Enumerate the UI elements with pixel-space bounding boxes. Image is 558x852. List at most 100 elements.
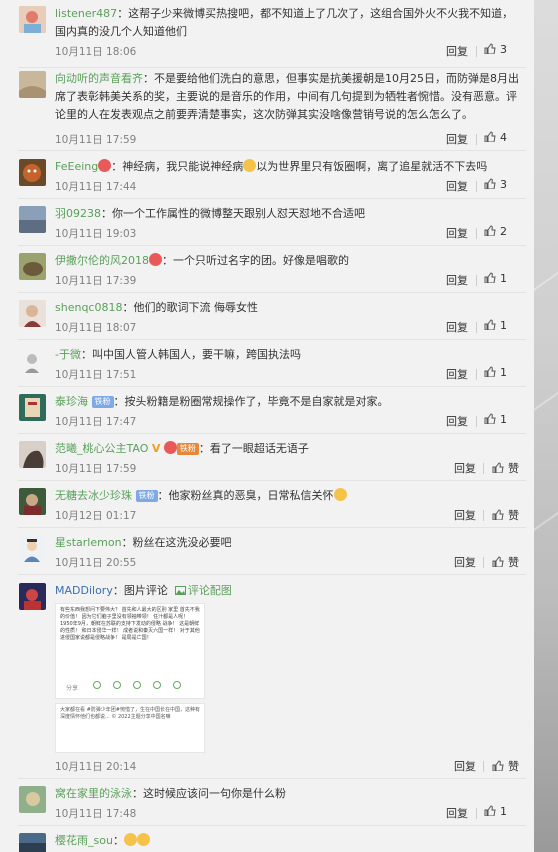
comment-image[interactable]: 大家都在看 #防弹少年团#惋惜了，生在中国长在中国，这种有深度情怀他们也都说..…	[55, 703, 205, 753]
avatar[interactable]	[19, 786, 46, 813]
like-button[interactable]: 3	[484, 43, 522, 56]
avatar[interactable]	[19, 300, 46, 327]
username-link[interactable]: 无糖去冰少珍珠	[55, 489, 132, 502]
thumbs-up-icon	[484, 225, 496, 236]
reply-button[interactable]: 回复	[454, 460, 476, 476]
comment-item: 羽09238：你一个工作属性的微博整天跟别人怼天怼地不合适吧 10月11日 19…	[0, 206, 534, 246]
username-link[interactable]: 樱花雨_sou	[55, 834, 113, 847]
avatar[interactable]	[19, 535, 46, 562]
reply-button[interactable]: 回复	[446, 805, 468, 821]
username-link[interactable]: 羽09238	[55, 207, 101, 220]
comment-time: 10月11日 17:44	[55, 181, 137, 193]
reply-button[interactable]: 回复	[446, 272, 468, 288]
like-button[interactable]: 2	[484, 225, 522, 238]
username-link[interactable]: 伊撒尔伦的风2018	[55, 254, 149, 267]
username-link[interactable]: -于微	[55, 348, 81, 361]
username-link[interactable]: 星starlemon	[55, 536, 122, 549]
avatar[interactable]	[19, 159, 46, 186]
like-button[interactable]: 4	[484, 131, 522, 144]
thumbs-up-icon	[484, 805, 496, 816]
avatar[interactable]	[19, 441, 46, 468]
image-share-label: 分享	[66, 685, 79, 692]
divider	[476, 275, 477, 286]
like-button[interactable]: 3	[484, 178, 522, 191]
divider	[18, 150, 526, 151]
divider	[476, 369, 477, 380]
comment-item: 范曦_桃心公主TAO V 铁粉 ：看了一眼超话无语子 10月11日 17:59 回…	[0, 441, 534, 481]
reply-button[interactable]: 回复	[446, 225, 468, 241]
avatar[interactable]	[19, 583, 46, 610]
comment-image[interactable]: 有些东西我想问下要伟大？ 首先和人最大的区别 家里 首先不我的价值！ 因为它们脑…	[55, 603, 205, 699]
divider	[18, 67, 526, 68]
like-button[interactable]: 1	[484, 366, 522, 379]
comment-text: ：看了一眼超话无语子	[198, 442, 309, 455]
comment-time: 10月11日 18:06	[55, 46, 137, 58]
like-count: 1	[500, 272, 507, 285]
username-link[interactable]: 泰珍海	[55, 395, 88, 408]
like-button[interactable]: 1	[484, 413, 522, 426]
badge-icon	[98, 159, 112, 172]
reply-button[interactable]: 回复	[446, 319, 468, 335]
avatar[interactable]	[19, 347, 46, 374]
reply-button[interactable]: 回复	[446, 366, 468, 382]
badge-icon	[149, 253, 162, 266]
grin-emoji-icon	[123, 833, 137, 846]
divider	[18, 480, 526, 481]
fan-badge: 铁粉	[176, 443, 199, 455]
comment-text: ：	[112, 834, 124, 847]
avatar[interactable]	[19, 71, 46, 98]
reply-button[interactable]: 回复	[454, 507, 476, 523]
like-count: 1	[500, 413, 507, 426]
image-share-icons	[92, 680, 192, 693]
badge-icon	[163, 441, 177, 454]
like-button[interactable]: 赞	[492, 758, 522, 774]
reply-button[interactable]: 回复	[446, 131, 468, 147]
comment-text: ：这帮子少来微博买热搜吧，都不知道上了几次了，这组合国外火不火我不知道，国内真的…	[55, 7, 514, 38]
avatar[interactable]	[19, 253, 46, 280]
like-count: 1	[500, 319, 507, 332]
comment-item: 泰珍海 铁粉 ：按头粉籍是粉圈常规操作了，毕竟不是自家就是对家。 10月11日 1…	[0, 394, 534, 434]
comment-item: 窝在家里的泳泳：这时候应该问一句你是什么粉 10月11日 17:48 回复 1	[0, 786, 534, 826]
divider	[18, 386, 526, 387]
like-button[interactable]: 1	[484, 805, 522, 818]
avatar[interactable]	[19, 206, 46, 233]
reply-button[interactable]: 回复	[446, 413, 468, 429]
reply-button[interactable]: 回复	[446, 178, 468, 194]
divider	[18, 433, 526, 434]
like-button[interactable]: 赞	[492, 460, 522, 476]
divider	[483, 510, 484, 521]
like-button[interactable]: 赞	[492, 507, 522, 523]
avatar[interactable]	[19, 488, 46, 515]
comment-time: 10月11日 19:03	[55, 228, 137, 240]
like-button[interactable]: 赞	[492, 554, 522, 570]
avatar[interactable]	[19, 6, 46, 33]
view-picture-link[interactable]: 评论配图	[174, 584, 232, 597]
divider	[476, 181, 477, 192]
thumbs-up-icon	[492, 556, 504, 567]
username-link[interactable]: MADDilory	[55, 584, 113, 597]
divider	[18, 825, 526, 826]
like-button[interactable]: 1	[484, 272, 522, 285]
reply-button[interactable]: 回复	[454, 758, 476, 774]
avatar[interactable]	[19, 833, 46, 852]
reply-button[interactable]: 回复	[454, 554, 476, 570]
username-link[interactable]: shenqc0818	[55, 301, 122, 314]
username-link[interactable]: FeEeing	[55, 160, 98, 173]
comment-time: 10月11日 17:51	[55, 369, 137, 381]
comment-time: 10月11日 18:07	[55, 322, 137, 334]
username-link[interactable]: 范曦_桃心公主TAO	[55, 442, 148, 455]
image-icon	[174, 586, 186, 595]
grin-emoji-icon	[136, 833, 150, 846]
username-link[interactable]: 窝在家里的泳泳	[55, 787, 132, 800]
comment-item: 向动听的声音看齐：不是要给他们洗白的意思，但事实是抗美援朝是10月25日，而防弹…	[0, 71, 534, 155]
avatar[interactable]	[19, 394, 46, 421]
comment-item: 樱花雨_sou：	[0, 833, 534, 852]
comment-text: ：他们的歌词下流 侮辱女性	[122, 301, 258, 314]
divider	[18, 198, 526, 199]
like-button[interactable]: 1	[484, 319, 522, 332]
reply-button[interactable]: 回复	[446, 43, 468, 59]
username-link[interactable]: listener487	[55, 7, 117, 20]
divider	[18, 292, 526, 293]
thumbs-up-icon	[484, 319, 496, 330]
username-link[interactable]: 向动听的声音看齐	[55, 72, 143, 85]
